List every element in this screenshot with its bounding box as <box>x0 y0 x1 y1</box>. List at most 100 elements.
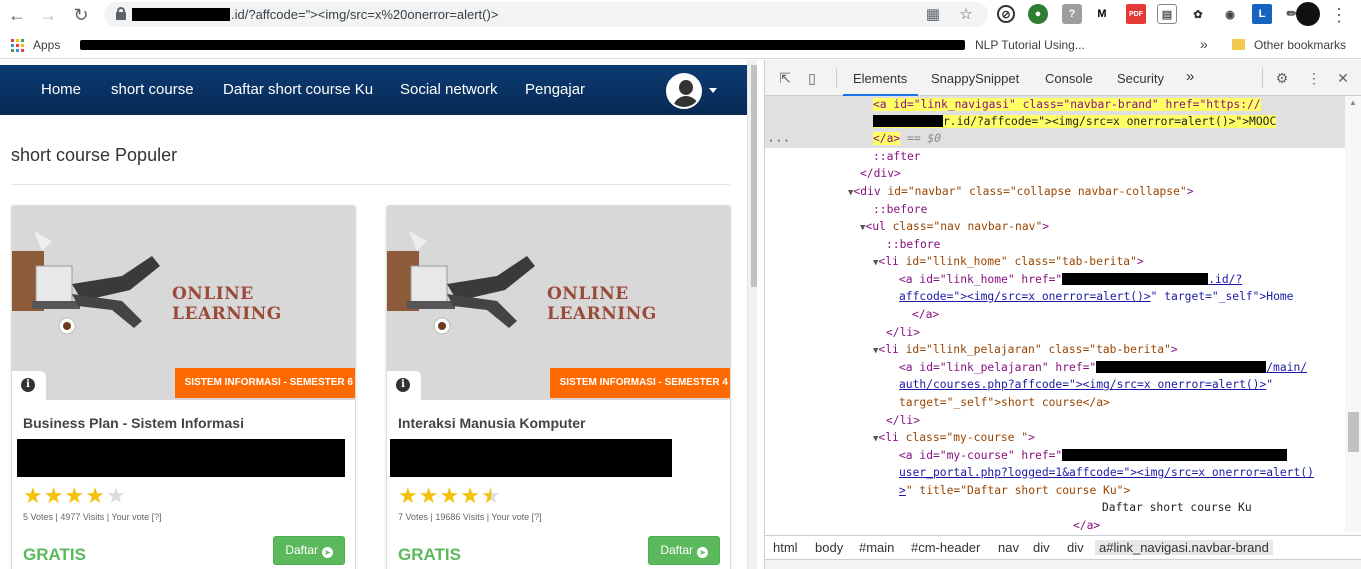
tab-security[interactable]: Security <box>1117 71 1164 86</box>
dom-line[interactable]: ▼<div id="navbar" class="collapse navbar… <box>848 183 1194 200</box>
devtools-menu-icon[interactable]: ⋮ <box>1305 69 1323 87</box>
star-icon[interactable]: ★ <box>64 485 84 507</box>
dom-line[interactable]: ▼<ul class="nav navbar-nav"> <box>860 218 1049 235</box>
bookmarks-overflow-icon[interactable]: » <box>1200 36 1208 52</box>
breadcrumb-item[interactable]: #cm-header <box>911 540 980 555</box>
dom-line[interactable]: target="_self">short course</a> <box>899 394 1110 411</box>
reload-icon[interactable]: ↻ <box>71 5 91 25</box>
user-avatar[interactable] <box>666 73 702 109</box>
pdf-extension-icon[interactable]: PDF <box>1126 4 1146 24</box>
back-icon[interactable]: ← <box>7 5 27 25</box>
close-icon[interactable]: ✕ <box>1334 69 1352 87</box>
dom-line[interactable]: <a id="my-course" href=" <box>899 447 1288 464</box>
translate-icon[interactable]: ▦ <box>924 5 942 23</box>
dom-line-selected[interactable]: <a id="link_navigasi" class="navbar-bran… <box>873 96 1261 113</box>
dom-line[interactable]: </li> <box>886 324 920 341</box>
dom-line[interactable]: r.id/?affcode="><img/src=x onerror=alert… <box>873 113 1277 130</box>
register-button[interactable]: Daftar ➤ <box>648 536 720 565</box>
breadcrumb-item[interactable]: #main <box>859 540 894 555</box>
tab-snappysnippet[interactable]: SnappySnippet <box>931 71 1019 86</box>
star-empty-icon[interactable]: ★ <box>106 485 126 507</box>
dom-line[interactable]: ▼<li class="my-course "> <box>873 429 1035 446</box>
tab-elements[interactable]: Elements <box>853 71 907 86</box>
tab-console[interactable]: Console <box>1045 71 1093 86</box>
breadcrumb-item[interactable]: nav <box>998 540 1019 555</box>
dom-line[interactable]: ::before <box>886 236 940 253</box>
gear-icon[interactable]: ⚙ <box>1273 69 1291 87</box>
course-card[interactable]: ONLINE LEARNING SISTEM INFORMASI - SEMES… <box>11 205 356 569</box>
window-extension-icon[interactable]: ▤ <box>1157 4 1177 24</box>
dom-line[interactable]: </li> <box>886 412 920 429</box>
dom-line[interactable]: ▼<li id="llink_home" class="tab-berita"> <box>873 253 1144 270</box>
other-bookmarks[interactable]: Other bookmarks <box>1254 38 1346 52</box>
breadcrumb-item[interactable]: body <box>815 540 843 555</box>
breadcrumb-item[interactable]: div <box>1033 540 1050 555</box>
dom-line[interactable]: ::after <box>873 148 921 165</box>
star-icon[interactable]: ★ <box>398 485 418 507</box>
scroll-up-icon[interactable]: ▲ <box>1349 98 1357 107</box>
dom-line[interactable]: <a id="link_pelajaran" href=" /main/ <box>899 359 1307 376</box>
nav-teacher[interactable]: Pengajar <box>525 81 585 98</box>
page-scrollbar[interactable] <box>747 60 757 569</box>
dom-line[interactable]: ▼<li id="llink_pelajaran" class="tab-ber… <box>873 341 1178 358</box>
scrollbar-thumb[interactable] <box>751 65 757 287</box>
breadcrumb-item[interactable]: div <box>1067 540 1084 555</box>
dom-link[interactable]: user_portal.php?logged=1&affcode="><img/… <box>899 466 1314 479</box>
node-actions-icon[interactable]: ··· <box>767 134 790 149</box>
devtools-scrollbar[interactable]: ▲ <box>1345 96 1361 532</box>
dom-link[interactable]: auth/courses.php?affcode="><img/src=x on… <box>899 378 1266 391</box>
star-icon[interactable]: ★ <box>85 485 105 507</box>
breadcrumb-item[interactable]: html <box>773 540 798 555</box>
info-button[interactable]: i <box>387 371 421 400</box>
globe-extension-icon[interactable]: ● <box>1028 4 1048 24</box>
snippet-extension-icon[interactable]: ✿ <box>1188 4 1208 24</box>
apps-icon[interactable] <box>11 39 24 52</box>
address-bar[interactable]: .id/?affcode="><img/src=x%20onerror=aler… <box>104 2 988 27</box>
star-icon[interactable]: ★ <box>439 485 459 507</box>
bookmark-star-icon[interactable]: ☆ <box>957 5 975 23</box>
dom-line[interactable]: </a> <box>912 306 939 323</box>
info-button[interactable]: i <box>12 371 46 400</box>
star-icon[interactable]: ★ <box>419 485 439 507</box>
nav-social-network[interactable]: Social network <box>400 81 498 98</box>
l-extension-icon[interactable]: L <box>1252 4 1272 24</box>
star-icon[interactable]: ★ <box>460 485 480 507</box>
dom-line[interactable]: auth/courses.php?affcode="><img/src=x on… <box>899 376 1273 393</box>
dom-line[interactable]: <a id="link_home" href=" .id/? <box>899 271 1242 288</box>
nlp-tutorial-bookmark[interactable]: NLP Tutorial Using... <box>975 38 1085 52</box>
dom-line[interactable]: user_portal.php?logged=1&affcode="><img/… <box>899 464 1314 481</box>
nav-short-course[interactable]: short course <box>111 81 194 98</box>
scrollbar-thumb[interactable] <box>1348 412 1359 452</box>
notification-extension-icon[interactable]: ? <box>1062 4 1082 24</box>
dom-tree[interactable]: ··· <a id="link_navigasi" class="navbar-… <box>765 96 1345 532</box>
nav-my-course[interactable]: Daftar short course Ku <box>223 81 373 98</box>
dom-link[interactable]: > <box>899 484 906 497</box>
register-button[interactable]: Daftar ➤ <box>273 536 345 565</box>
account-avatar[interactable] <box>1296 2 1320 26</box>
menu-kebab-icon[interactable]: ⋮ <box>1329 5 1349 25</box>
breadcrumb-item-active[interactable]: a#link_navigasi.navbar-brand <box>1095 540 1273 555</box>
dom-line[interactable]: >" title="Daftar short course Ku"> <box>899 482 1130 499</box>
nav-home[interactable]: Home <box>41 81 81 98</box>
star-icon[interactable]: ★ <box>44 485 64 507</box>
forward-icon[interactable]: → <box>38 5 58 25</box>
star-icon[interactable]: ★ <box>23 485 43 507</box>
dom-line[interactable]: Daftar short course Ku <box>1102 499 1252 516</box>
rating-stars[interactable]: ★ ★ ★ ★ ★ <box>398 485 502 507</box>
course-title[interactable]: Interaksi Manusia Komputer <box>398 415 586 431</box>
dom-line[interactable]: ::before <box>873 201 927 218</box>
device-toolbar-icon[interactable]: ▯ <box>803 69 821 87</box>
rating-stars[interactable]: ★ ★ ★ ★ ★ <box>23 485 127 507</box>
dom-line[interactable]: </a> == $0 <box>873 130 941 147</box>
inspect-element-icon[interactable]: ⇱ <box>776 69 794 87</box>
block-extension-icon[interactable]: ⊘ <box>997 5 1015 23</box>
profile-extension-icon[interactable]: ◉ <box>1220 4 1240 24</box>
course-card[interactable]: ONLINE LEARNING SISTEM INFORMASI - SEMES… <box>386 205 731 569</box>
dom-link[interactable]: .id/? <box>1208 273 1242 286</box>
m-extension-icon[interactable]: M <box>1092 4 1112 24</box>
course-title[interactable]: Business Plan - Sistem Informasi <box>23 415 244 431</box>
star-half-icon[interactable]: ★ <box>481 485 501 507</box>
chevron-down-icon[interactable] <box>709 88 717 93</box>
dom-link[interactable]: affcode="><img/src=x onerror=alert()> <box>899 290 1151 303</box>
dom-line[interactable]: affcode="><img/src=x onerror=alert()>" t… <box>899 288 1293 305</box>
